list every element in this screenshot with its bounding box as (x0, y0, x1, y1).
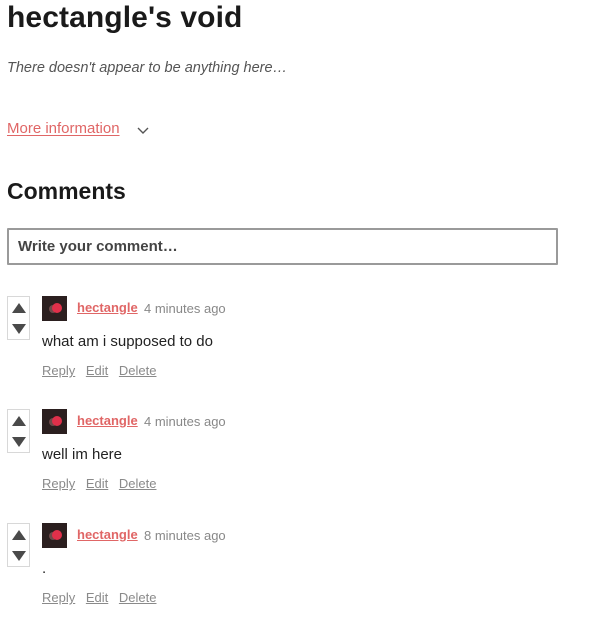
page-title: hectangle's void (7, 1, 243, 34)
comment-username[interactable]: hectangle (77, 413, 138, 428)
comment-actions: Reply Edit Delete (42, 476, 163, 491)
downvote-triangle-down-icon[interactable] (12, 437, 26, 447)
edit-link[interactable]: Edit (86, 590, 108, 605)
delete-link[interactable]: Delete (119, 476, 157, 491)
avatar[interactable] (42, 409, 67, 434)
comments-heading: Comments (7, 178, 126, 204)
vote-control (7, 296, 30, 340)
comment-item: hectangle 8 minutes ago . Reply Edit Del… (7, 523, 567, 623)
comment-username[interactable]: hectangle (77, 527, 138, 542)
more-information-link[interactable]: More information (7, 120, 120, 137)
reply-link[interactable]: Reply (42, 590, 75, 605)
downvote-triangle-down-icon[interactable] (12, 324, 26, 334)
edit-link[interactable]: Edit (86, 476, 108, 491)
avatar[interactable] (42, 296, 67, 321)
comment-actions: Reply Edit Delete (42, 363, 163, 378)
upvote-triangle-up-icon[interactable] (12, 303, 26, 313)
downvote-triangle-down-icon[interactable] (12, 551, 26, 561)
avatar-image (42, 296, 67, 321)
comment-timestamp: 8 minutes ago (144, 528, 226, 543)
upvote-triangle-up-icon[interactable] (12, 530, 26, 540)
comment-username[interactable]: hectangle (77, 300, 138, 315)
comment-item: hectangle 4 minutes ago well im here Rep… (7, 409, 567, 509)
reply-link[interactable]: Reply (42, 363, 75, 378)
comment-actions: Reply Edit Delete (42, 590, 163, 605)
comment-item: hectangle 4 minutes ago what am i suppos… (7, 296, 567, 396)
delete-link[interactable]: Delete (119, 590, 157, 605)
comment-body: well im here (42, 446, 123, 463)
delete-link[interactable]: Delete (119, 363, 157, 378)
reply-link[interactable]: Reply (42, 476, 75, 491)
avatar-image (42, 409, 67, 434)
comment-input[interactable] (7, 228, 558, 265)
page-subtitle: There doesn't appear to be anything here… (7, 60, 288, 76)
vote-control (7, 409, 30, 453)
edit-link[interactable]: Edit (86, 363, 108, 378)
vote-control (7, 523, 30, 567)
chevron-down-icon[interactable] (136, 123, 150, 137)
avatar[interactable] (42, 523, 67, 548)
comment-body: what am i supposed to do (42, 333, 213, 350)
upvote-triangle-up-icon[interactable] (12, 416, 26, 426)
comment-timestamp: 4 minutes ago (144, 414, 226, 429)
comment-timestamp: 4 minutes ago (144, 301, 226, 316)
comment-body: . (42, 560, 47, 577)
avatar-image (42, 523, 67, 548)
